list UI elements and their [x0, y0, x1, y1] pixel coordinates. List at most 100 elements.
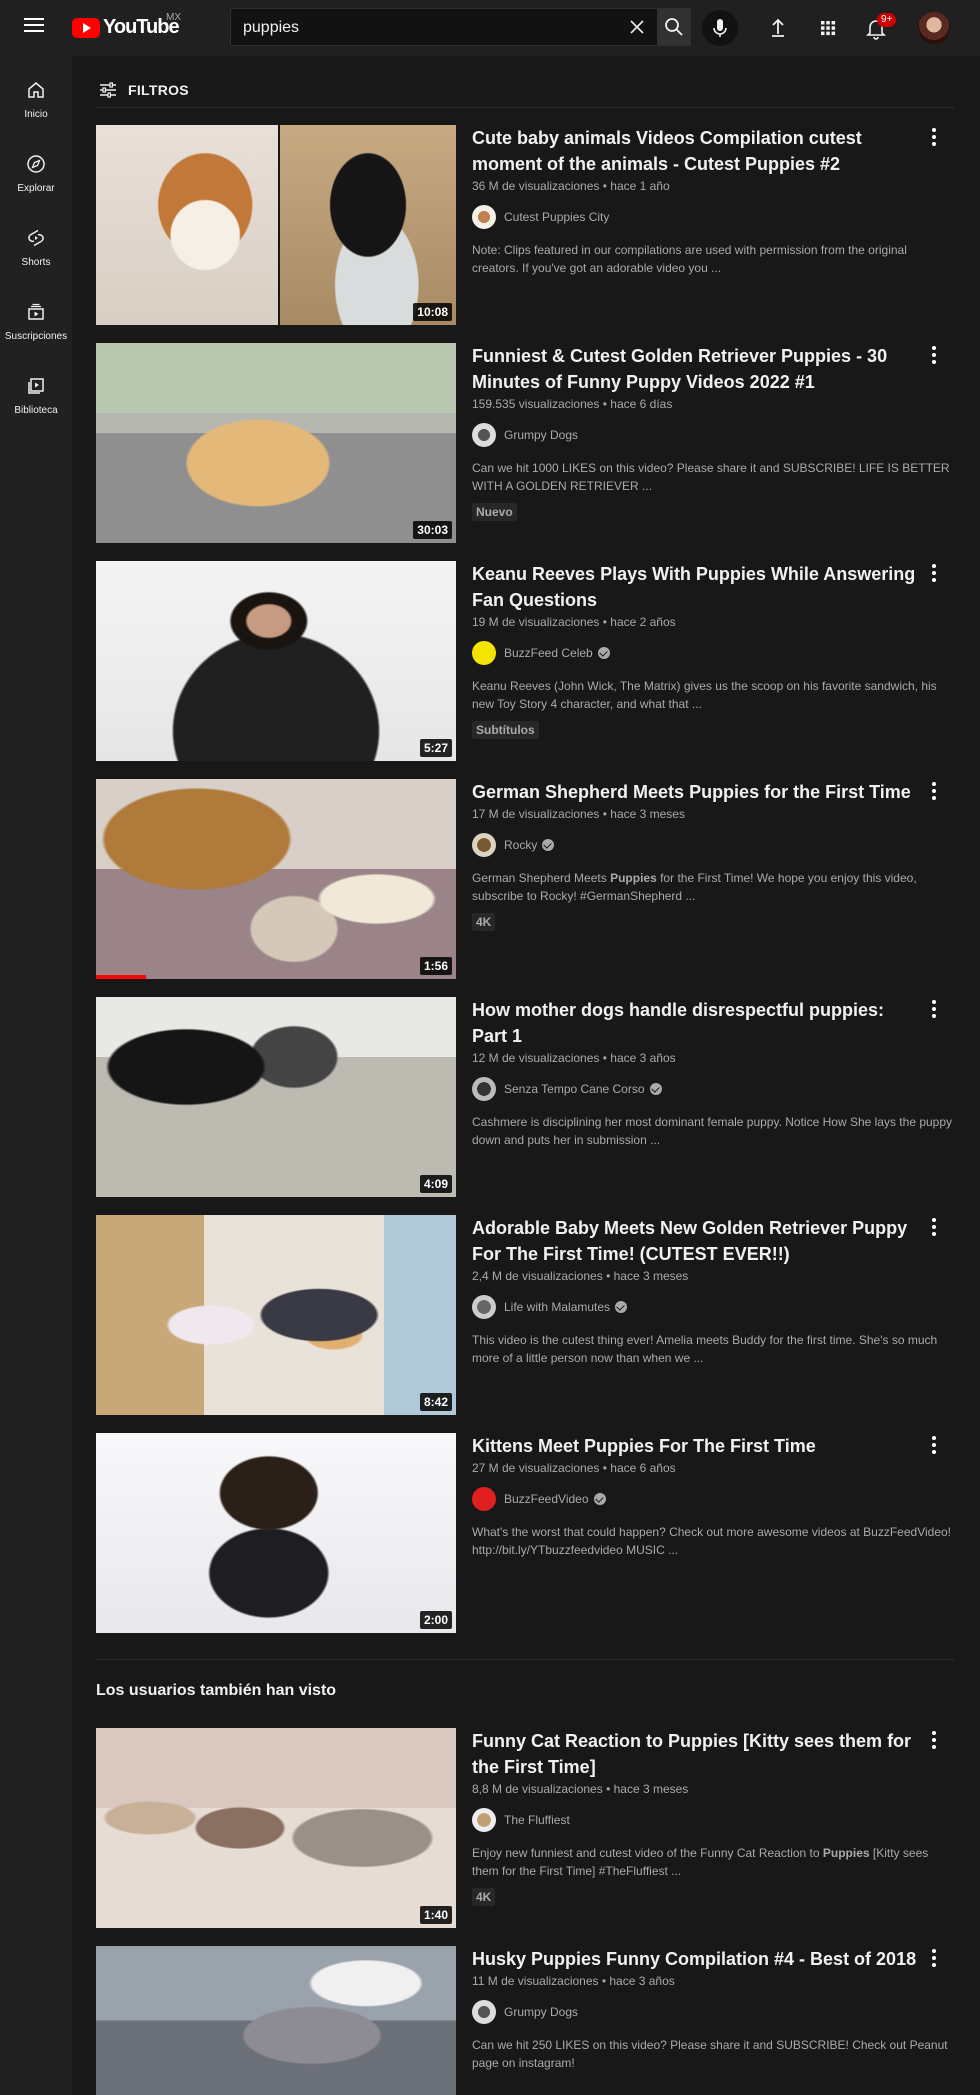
channel-name[interactable]: Rocky [504, 838, 537, 852]
video-result: 1:56 German Shepherd Meets Puppies for t… [96, 779, 954, 979]
channel-name[interactable]: Grumpy Dogs [504, 428, 578, 442]
top-bar: YouTube MX 9+ [0, 0, 980, 56]
channel-avatar[interactable] [472, 205, 496, 229]
video-result: 5:27 Keanu Reeves Plays With Puppies Whi… [96, 561, 954, 761]
filters-button[interactable]: FILTROS [98, 80, 189, 100]
upload-icon[interactable] [764, 14, 792, 42]
video-duration: 8:42 [419, 1393, 452, 1411]
video-info: Kittens Meet Puppies For The First Time … [472, 1433, 951, 1559]
channel-avatar[interactable] [472, 2000, 496, 2024]
library-icon [28, 378, 44, 394]
video-title[interactable]: German Shepherd Meets Puppies for the Fi… [472, 779, 922, 805]
rail-item-shorts[interactable]: Shorts [0, 210, 72, 270]
clear-search-icon[interactable] [627, 17, 647, 37]
video-info: Funniest & Cutest Golden Retriever Puppi… [472, 343, 950, 521]
video-result: 30:03 Funniest & Cutest Golden Retriever… [96, 343, 954, 543]
video-thumbnail[interactable]: 10:08 [96, 125, 456, 325]
video-duration: 4:09 [419, 1175, 452, 1193]
video-info: Funny Cat Reaction to Puppies [Kitty see… [472, 1728, 928, 1906]
subtitles-badge: Subtítulos [472, 721, 539, 739]
youtube-play-icon [72, 17, 100, 38]
channel-avatar[interactable] [472, 1487, 496, 1511]
more-options-icon[interactable] [924, 997, 944, 1021]
video-title[interactable]: Kittens Meet Puppies For The First Time [472, 1433, 922, 1459]
video-result: 4:09 How mother dogs handle disrespectfu… [96, 997, 954, 1197]
thumbnail-image [96, 1433, 456, 1633]
channel-name[interactable]: Life with Malamutes [504, 1300, 610, 1314]
channel-name[interactable]: The Fluffiest [504, 1813, 570, 1827]
channel-avatar[interactable] [472, 1295, 496, 1319]
verified-check-icon [593, 1493, 606, 1505]
video-info: Cute baby animals Videos Compilation cut… [472, 125, 922, 277]
thumbnail-image [96, 1946, 456, 2095]
video-title[interactable]: Adorable Baby Meets New Golden Retriever… [472, 1215, 922, 1267]
menu-icon[interactable] [24, 18, 44, 38]
channel-avatar[interactable] [472, 1077, 496, 1101]
video-thumbnail[interactable] [96, 1946, 456, 2095]
description-highlight: Puppies [610, 871, 657, 885]
more-options-icon[interactable] [924, 1215, 944, 1239]
video-result: Husky Puppies Funny Compilation #4 - Bes… [96, 1946, 954, 2095]
left-rail: Inicio Explorar Shorts Suscripciones Bib… [0, 56, 72, 2095]
subscriptions-icon [28, 303, 44, 320]
search-input[interactable] [241, 9, 605, 47]
youtube-logo[interactable]: YouTube MX [72, 12, 181, 39]
description-text: German Shepherd Meets [472, 871, 611, 885]
video-thumbnail[interactable]: 2:00 [96, 1433, 456, 1633]
microphone-icon [713, 19, 727, 37]
channel-name[interactable]: Grumpy Dogs [504, 2005, 578, 2019]
account-avatar[interactable] [918, 12, 950, 44]
video-title[interactable]: Keanu Reeves Plays With Puppies While An… [472, 561, 922, 613]
more-options-icon[interactable] [924, 1946, 944, 1970]
4k-badge: 4K [472, 1888, 496, 1906]
more-options-icon[interactable] [924, 561, 944, 585]
channel-avatar[interactable] [472, 833, 496, 857]
video-thumbnail[interactable]: 4:09 [96, 997, 456, 1197]
channel-row: Senza Tempo Cane Corso [472, 1077, 922, 1101]
channel-avatar[interactable] [472, 641, 496, 665]
channel-name[interactable]: BuzzFeedVideo [504, 1492, 589, 1506]
voice-search-button[interactable] [702, 10, 738, 46]
rail-item-suscripciones[interactable]: Suscripciones [0, 284, 72, 344]
channel-name[interactable]: BuzzFeed Celeb [504, 646, 593, 660]
channel-name[interactable]: Cutest Puppies City [504, 210, 609, 224]
channel-name[interactable]: Senza Tempo Cane Corso [504, 1082, 645, 1096]
rail-item-biblioteca[interactable]: Biblioteca [0, 358, 72, 418]
4k-badge: 4K [472, 913, 496, 931]
video-thumbnail[interactable]: 5:27 [96, 561, 456, 761]
divider [96, 1659, 954, 1660]
video-description: What's the worst that could happen? Chec… [472, 1525, 952, 1557]
rail-item-explorar[interactable]: Explorar [0, 136, 72, 196]
video-thumbnail[interactable]: 30:03 [96, 343, 456, 543]
rail-item-label: Explorar [17, 183, 55, 194]
video-info: How mother dogs handle disrespectful pup… [472, 997, 952, 1149]
video-thumbnail[interactable]: 1:56 [96, 779, 456, 979]
video-thumbnail[interactable]: 8:42 [96, 1215, 456, 1415]
search-button[interactable] [658, 8, 691, 46]
video-title[interactable]: How mother dogs handle disrespectful pup… [472, 997, 922, 1049]
video-meta: 12 M de visualizaciones • hace 3 años [472, 1051, 676, 1065]
channel-avatar[interactable] [472, 423, 496, 447]
video-thumbnail[interactable]: 1:40 [96, 1728, 456, 1928]
video-title[interactable]: Funniest & Cutest Golden Retriever Puppi… [472, 343, 922, 395]
more-options-icon[interactable] [924, 779, 944, 803]
video-description: Can we hit 1000 LIKES on this video? Ple… [472, 461, 950, 493]
more-options-icon[interactable] [924, 1433, 944, 1457]
video-meta: 8,8 M de visualizaciones • hace 3 meses [472, 1782, 689, 1796]
video-duration: 2:00 [419, 1611, 452, 1629]
video-title[interactable]: Funny Cat Reaction to Puppies [Kitty see… [472, 1728, 922, 1780]
channel-avatar[interactable] [472, 1808, 496, 1832]
video-title[interactable]: Husky Puppies Funny Compilation #4 - Bes… [472, 1946, 922, 1972]
rail-item-inicio[interactable]: Inicio [0, 62, 72, 122]
channel-row: The Fluffiest [472, 1808, 922, 1832]
more-options-icon[interactable] [924, 1728, 944, 1752]
channel-row: BuzzFeed Celeb [472, 641, 922, 665]
more-options-icon[interactable] [924, 125, 944, 149]
apps-grid-icon[interactable] [814, 14, 842, 42]
video-duration: 10:08 [413, 303, 452, 321]
channel-row: Rocky [472, 833, 922, 857]
more-options-icon[interactable] [924, 343, 944, 367]
video-meta: 11 M de visualizaciones • hace 3 años [472, 1974, 675, 1988]
video-info: Adorable Baby Meets New Golden Retriever… [472, 1215, 937, 1367]
video-title[interactable]: Cute baby animals Videos Compilation cut… [472, 125, 922, 177]
